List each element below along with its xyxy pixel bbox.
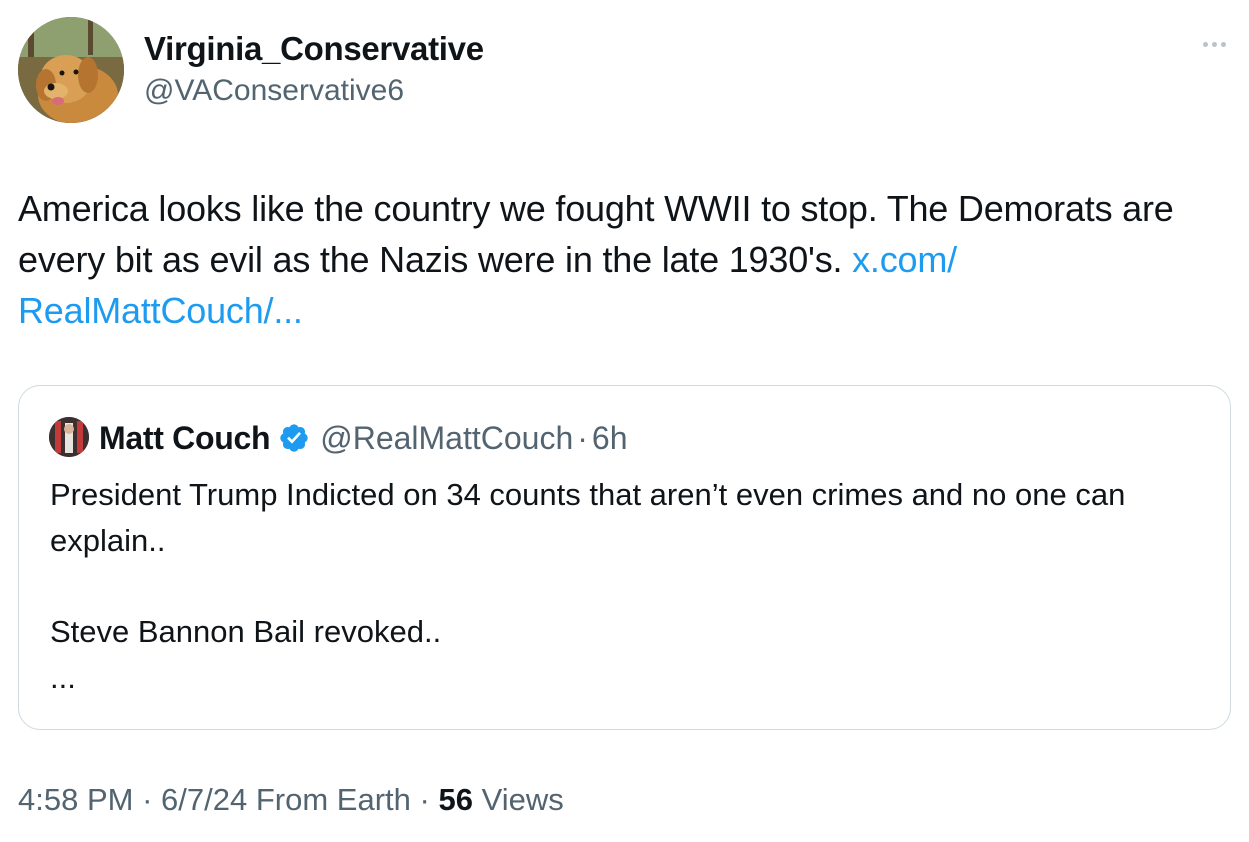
author-display-name[interactable]: Virginia_Conservative	[144, 30, 484, 68]
tweet-body: America looks like the country we fought…	[18, 188, 1174, 280]
quote-author-avatar[interactable]	[49, 417, 89, 457]
quote-line-2: Steve Bannon Bail revoked..	[50, 614, 442, 649]
quote-author-handle[interactable]: @RealMattCouch	[320, 420, 573, 457]
more-dot-icon	[1202, 41, 1208, 47]
tweet-text: America looks like the country we fought…	[18, 183, 1223, 336]
tweet-link-part2: RealMattCouch/...	[18, 290, 303, 331]
quote-avatar-icon	[49, 417, 89, 457]
quote-ellipsis: ...	[50, 660, 76, 695]
quote-body: President Trump Indicted on 34 counts th…	[50, 472, 1210, 701]
tweet-time[interactable]: 4:58 PM	[18, 782, 133, 817]
more-dot-icon	[1211, 41, 1217, 47]
author-handle[interactable]: @VAConservative6	[144, 74, 404, 108]
tweet-date[interactable]: 6/7/24	[161, 782, 247, 817]
quote-separator: ·	[577, 419, 588, 456]
views-label: Views	[481, 782, 564, 817]
quote-header: Matt Couch @RealMattCouch · 6h	[99, 417, 628, 459]
author-avatar[interactable]	[18, 17, 124, 123]
golden-retriever-avatar-icon	[18, 17, 124, 123]
quoted-tweet[interactable]: Matt Couch @RealMattCouch · 6h President…	[18, 385, 1231, 730]
quote-author-name[interactable]: Matt Couch	[99, 420, 271, 457]
tweet-source: From Earth	[255, 782, 411, 817]
verified-badge-icon	[280, 424, 308, 452]
meta-separator: ·	[419, 782, 430, 817]
more-options-button[interactable]	[1196, 32, 1232, 56]
more-dot-icon	[1220, 41, 1226, 47]
meta-separator: ·	[142, 782, 153, 817]
tweet-meta: 4:58 PM · 6/7/24 From Earth · 56 Views	[18, 782, 564, 818]
quote-line-1: President Trump Indicted on 34 counts th…	[50, 477, 1126, 558]
tweet-link-part1: x.com/	[852, 239, 957, 280]
views-count: 56	[438, 782, 473, 817]
quote-timestamp[interactable]: 6h	[592, 420, 628, 457]
